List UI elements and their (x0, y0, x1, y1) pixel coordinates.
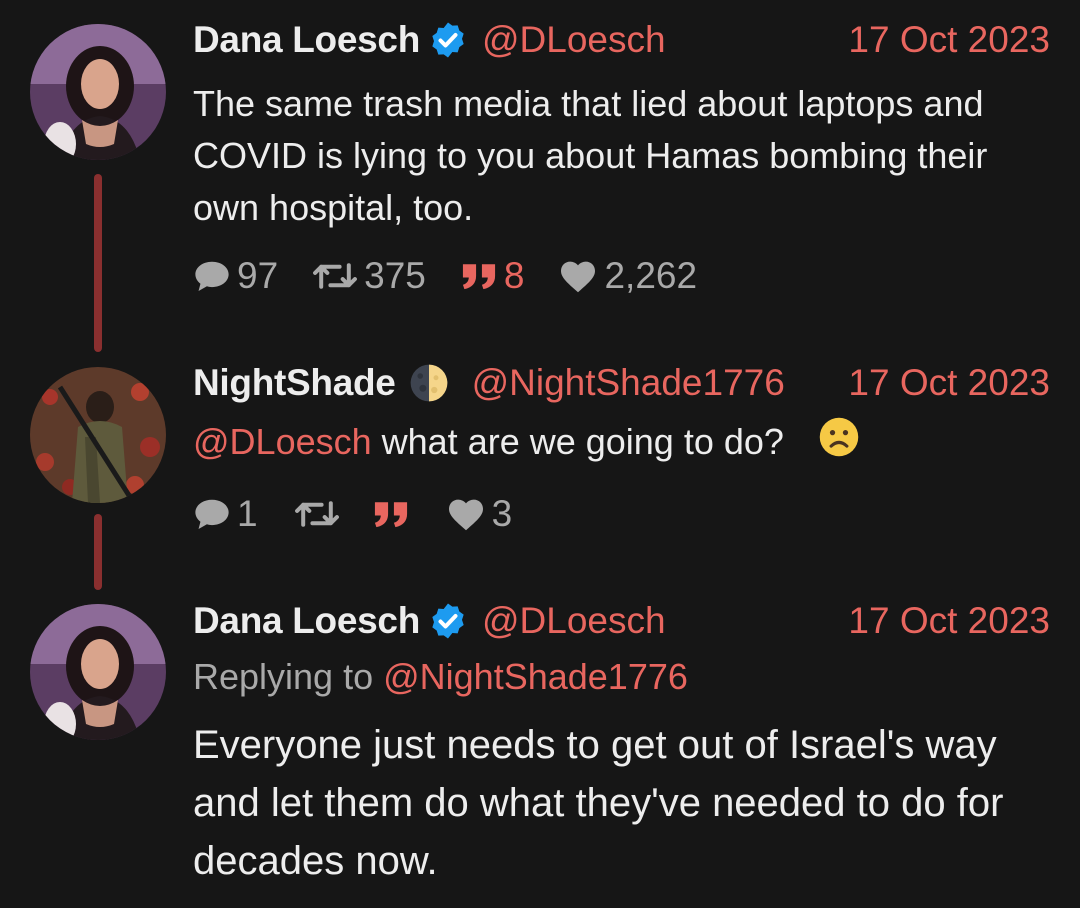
reply-icon (195, 499, 229, 530)
author-handle[interactable]: @NightShade1776 (472, 362, 785, 404)
like-count[interactable]: 2,262 (558, 255, 697, 297)
heart-icon (448, 499, 483, 531)
quote-count-value: 8 (503, 255, 525, 296)
retweet-count[interactable]: 375 (312, 255, 426, 297)
like-count-value: 3 (491, 493, 513, 534)
tweet-text-body: what are we going to do? (371, 421, 784, 462)
tweet-date[interactable]: 17 Oct 2023 (848, 362, 1050, 404)
replying-to: Replying to @NightShade1776 (193, 656, 688, 698)
thread-connector (94, 174, 102, 352)
verified-badge-icon (428, 20, 468, 60)
reply-count[interactable]: 97 (193, 255, 278, 297)
avatar[interactable] (30, 24, 166, 160)
tweet-date[interactable]: 17 Oct 2023 (848, 19, 1050, 61)
reply-count-value: 1 (237, 493, 258, 534)
heart-icon (561, 261, 596, 293)
tweet-header: NightShade @NightShade1776 17 Oct 2023 (193, 358, 1050, 408)
tweet-text: Everyone just needs to get out of Israel… (193, 723, 1004, 883)
tweet-header: Dana Loesch @DLoesch 17 Oct 2023 (193, 15, 1050, 65)
author-handle[interactable]: @DLoesch (482, 19, 666, 61)
tweet-date[interactable]: 17 Oct 2023 (848, 600, 1050, 642)
author-name[interactable]: Dana Loesch (193, 600, 420, 642)
reply-count-value: 97 (237, 255, 279, 296)
retweet-icon (294, 501, 339, 527)
quote-count[interactable] (372, 499, 416, 529)
author-handle[interactable]: @DLoesch (482, 600, 666, 642)
tweet-text: The same trash media that lied about lap… (193, 83, 988, 228)
retweet-icon (313, 263, 358, 289)
tweet-header: Dana Loesch @DLoesch 17 Oct 2023 (193, 596, 1050, 646)
reply-count[interactable]: 1 (193, 493, 258, 535)
moon-emoji-icon (408, 362, 450, 404)
reply-icon (195, 261, 229, 292)
thread-connector (94, 514, 102, 590)
author-name[interactable]: NightShade (193, 362, 396, 404)
mention-link[interactable]: @DLoesch (193, 421, 372, 462)
replying-to-handle[interactable]: @NightShade1776 (383, 656, 688, 697)
verified-badge-icon (428, 601, 468, 641)
frown-emoji-icon (818, 416, 860, 472)
tweet-text: @DLoesch what are we going to do? (193, 416, 1050, 472)
tweet-stats: 97 375 8 2,262 (193, 251, 731, 301)
retweet-count[interactable] (294, 497, 346, 531)
author-name[interactable]: Dana Loesch (193, 19, 420, 61)
quote-icon (462, 264, 495, 290)
replying-to-label: Replying to (193, 656, 384, 697)
quote-icon (374, 502, 407, 528)
quote-count[interactable]: 8 (460, 255, 525, 297)
like-count-value: 2,262 (604, 255, 698, 296)
like-count[interactable]: 3 (446, 493, 513, 535)
retweet-count-value: 375 (364, 255, 426, 296)
avatar[interactable] (30, 367, 166, 503)
tweet-stats: 1 3 (193, 489, 546, 539)
avatar[interactable] (30, 604, 166, 740)
